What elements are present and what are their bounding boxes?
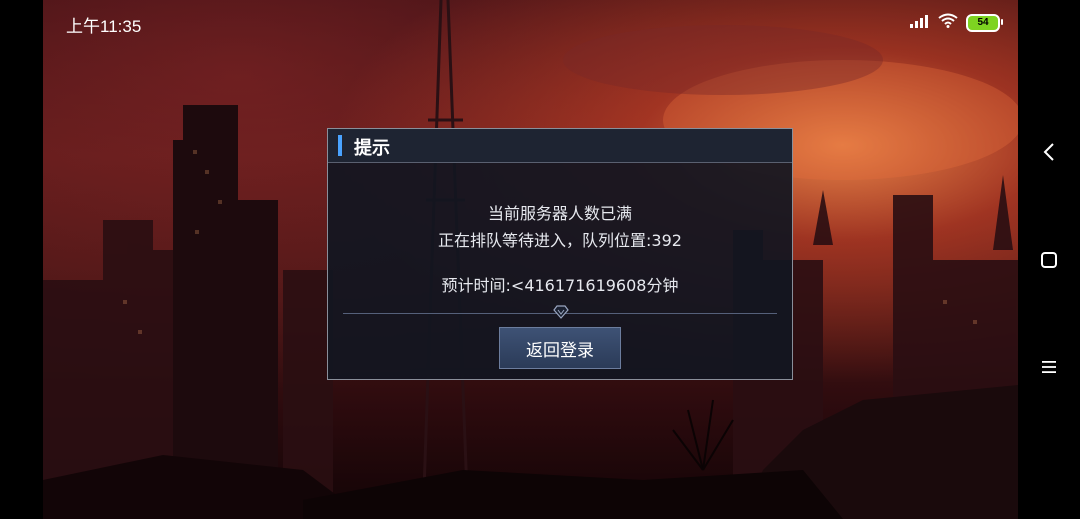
navigation-bar — [1018, 0, 1080, 519]
status-time: 上午11:35 — [66, 17, 142, 36]
title-accent-bar — [338, 135, 342, 156]
wifi-icon — [938, 13, 958, 32]
menu-icon — [1042, 361, 1056, 373]
menu-button[interactable] — [1018, 347, 1080, 387]
home-icon — [1041, 252, 1057, 268]
back-icon — [1043, 143, 1054, 161]
queue-dialog: 提示 当前服务器人数已满 正在排队等待进入，队列位置:392 预计时间:<416… — [327, 128, 793, 380]
signal-icon — [910, 13, 930, 32]
server-full-message: 当前服务器人数已满 — [487, 204, 632, 223]
back-button[interactable] — [1018, 132, 1080, 172]
diamond-ornament-icon — [553, 305, 569, 319]
status-icons: 54 — [910, 13, 1003, 32]
queue-position-message: 正在排队等待进入，队列位置:392 — [438, 231, 682, 250]
return-login-button[interactable]: 返回登录 — [499, 327, 621, 369]
dialog-title: 提示 — [354, 138, 390, 159]
battery-level: 54 — [977, 17, 989, 28]
estimated-time-message: 预计时间:<416171619608分钟 — [441, 276, 679, 295]
left-black-strip — [0, 0, 43, 519]
home-button[interactable] — [1018, 240, 1080, 280]
status-bar: 上午11:35 54 — [0, 0, 1080, 44]
battery-icon: 54 — [966, 13, 1003, 32]
dialog-header: 提示 — [328, 129, 792, 163]
